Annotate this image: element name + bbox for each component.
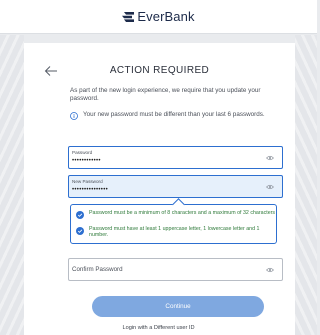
rule-length-text: Password must be a minimum of 8 characte… (89, 210, 276, 216)
eye-icon[interactable] (266, 267, 274, 273)
header-bar: EverBank (0, 0, 317, 34)
everbank-logo-icon (122, 11, 135, 22)
new-password-label: New Password (72, 179, 103, 184)
confirm-password-placeholder: Confirm Password (72, 266, 123, 273)
password-label: Password (72, 150, 93, 155)
different-user-id-link[interactable]: Login with a Different user ID (0, 325, 317, 331)
intro-text: As part of the new login experience, we … (70, 87, 261, 102)
check-circle-icon (76, 227, 84, 235)
background-pattern-left (0, 35, 24, 335)
password-value: •••••••••••• (72, 158, 101, 164)
info-icon (70, 112, 78, 120)
continue-button[interactable]: Continue (92, 296, 264, 317)
info-note: Your new password must be different than… (70, 111, 275, 120)
background-pattern-right (295, 35, 317, 335)
rule-characters-text: Password must have at least 1 uppercase … (89, 226, 260, 239)
new-password-field[interactable]: New Password ••••••••••••••• (68, 175, 283, 198)
rule-length: Password must be a minimum of 8 characte… (76, 210, 276, 219)
info-text: Your new password must be different than… (83, 111, 265, 118)
confirm-password-field[interactable]: Confirm Password (68, 258, 283, 281)
password-field[interactable]: Password •••••••••••• (68, 146, 283, 169)
password-rules-popover: Password must be a minimum of 8 characte… (70, 204, 277, 244)
page-title: ACTION REQUIRED (109, 65, 210, 76)
new-password-value: ••••••••••••••• (72, 187, 109, 193)
brand-logo: EverBank (122, 9, 194, 24)
rule-characters: Password must have at least 1 uppercase … (76, 226, 276, 239)
brand-name: EverBank (137, 9, 195, 24)
eye-icon[interactable] (266, 184, 274, 190)
check-circle-icon (76, 211, 84, 219)
eye-icon[interactable] (266, 155, 274, 161)
